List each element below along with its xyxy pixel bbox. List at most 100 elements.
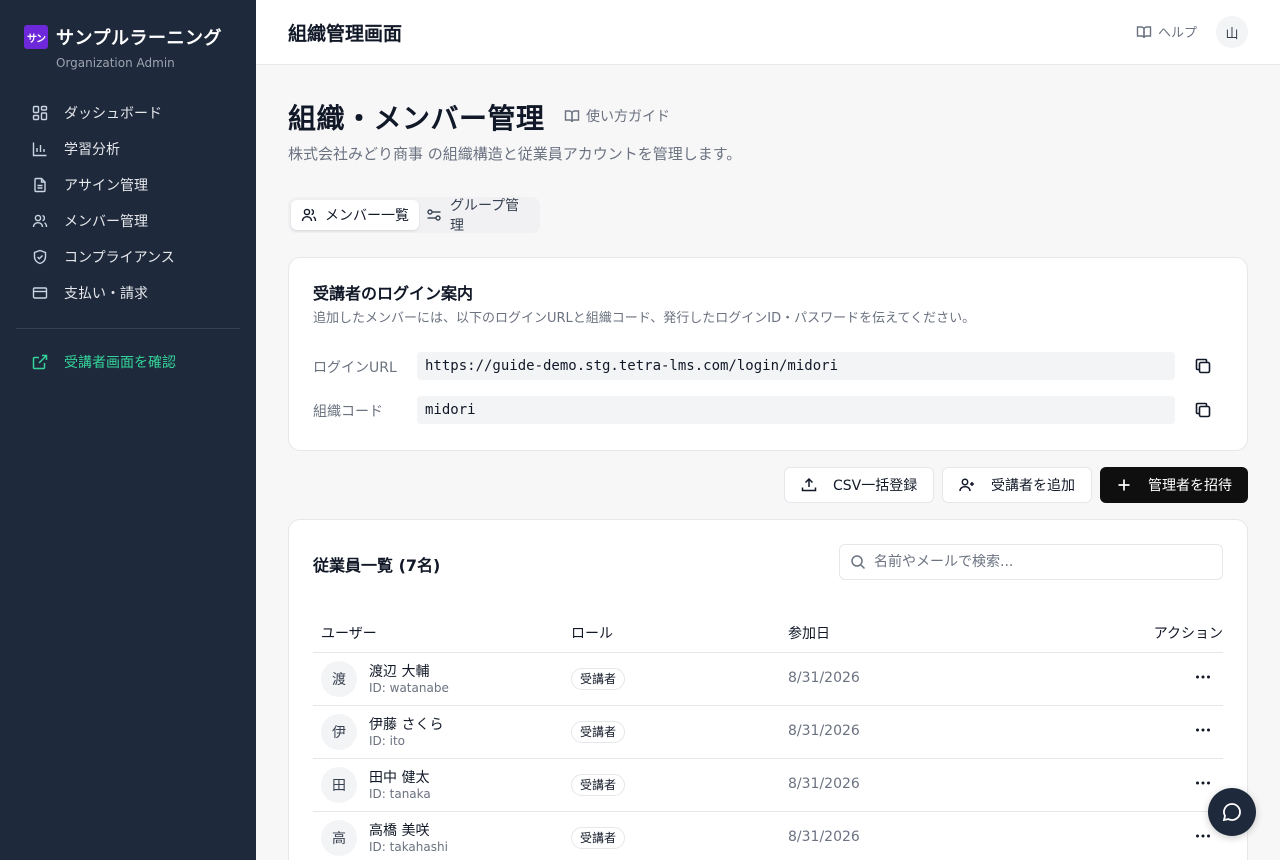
joined-date: 8/31/2026	[788, 723, 860, 739]
users-icon	[301, 207, 317, 223]
sidebar-item-label: 支払い・請求	[64, 286, 148, 302]
sidebar-item-assignments[interactable]: アサイン管理	[16, 167, 240, 203]
employee-list-title: 従業員一覧 (7名)	[313, 556, 441, 575]
tab-label: メンバー一覧	[325, 208, 409, 224]
add-learner-button[interactable]: 受講者を追加	[942, 467, 1092, 503]
sidebar-item-compliance[interactable]: コンプライアンス	[16, 239, 240, 275]
credit-card-icon	[32, 285, 48, 301]
user-avatar: 高	[321, 820, 357, 856]
user-avatar: 渡	[321, 661, 357, 697]
user-id: ID: ito	[369, 734, 406, 748]
more-horizontal-icon	[1193, 826, 1213, 846]
sidebar-item-members[interactable]: メンバー管理	[16, 203, 240, 239]
row-actions-button[interactable]	[1193, 667, 1213, 687]
row-actions-button[interactable]	[1193, 720, 1213, 740]
copy-url-button[interactable]	[1193, 356, 1213, 376]
sidebar-item-billing[interactable]: 支払い・請求	[16, 275, 240, 311]
org-code-value[interactable]: midori	[417, 396, 1175, 424]
brand-subtitle: Organization Admin	[56, 56, 175, 70]
user-name: 伊藤 さくら	[369, 717, 444, 733]
sliders-icon	[426, 207, 442, 223]
sidebar-item-dashboard[interactable]: ダッシュボード	[16, 95, 240, 131]
add-learner-label: 受講者を追加	[991, 478, 1075, 494]
login-card-title: 受講者のログイン案内	[313, 284, 474, 303]
joined-date: 8/31/2026	[788, 776, 860, 792]
csv-import-label: CSV一括登録	[833, 478, 918, 494]
table-row[interactable]: 伊 伊藤 さくら ID: ito 受講者 8/31/2026	[313, 706, 1223, 759]
copy-icon	[1193, 400, 1213, 420]
employee-search[interactable]	[839, 544, 1223, 580]
chat-bubble-icon	[1221, 801, 1243, 823]
joined-date: 8/31/2026	[788, 670, 860, 686]
copy-code-button[interactable]	[1193, 400, 1213, 420]
user-avatar: 田	[321, 767, 357, 803]
tab-group-management[interactable]: グループ管理	[416, 198, 540, 234]
role-badge: 受講者	[571, 668, 626, 690]
search-icon	[850, 554, 866, 570]
help-button[interactable]: ヘルプ	[1136, 22, 1197, 41]
dashboard-icon	[32, 105, 48, 121]
book-icon	[1136, 24, 1152, 40]
brand-name: サンプルラーニング	[56, 28, 222, 49]
user-name: 高橋 美咲	[369, 823, 430, 839]
user-id: ID: takahashi	[369, 840, 448, 854]
column-header-user: ユーザー	[321, 626, 377, 642]
more-horizontal-icon	[1193, 720, 1213, 740]
more-horizontal-icon	[1193, 667, 1213, 687]
brand-logo: サン	[24, 25, 48, 49]
book-icon	[564, 108, 580, 124]
sidebar-item-analytics[interactable]: 学習分析	[16, 131, 240, 167]
usage-guide-label: 使い方ガイド	[586, 109, 670, 125]
sidebar-item-label: アサイン管理	[64, 178, 148, 194]
more-horizontal-icon	[1193, 773, 1213, 793]
user-avatar[interactable]: 山	[1216, 16, 1248, 48]
tab-list: メンバー一覧 グループ管理	[288, 197, 540, 234]
plus-icon	[1116, 477, 1132, 493]
document-icon	[32, 177, 48, 193]
joined-date: 8/31/2026	[788, 829, 860, 845]
sidebar-nav: ダッシュボード 学習分析 アサイン管理 メンバー管理 コンプライアンス 支払い・…	[16, 95, 240, 311]
csv-import-button[interactable]: CSV一括登録	[784, 467, 934, 503]
sidebar-item-label: 学習分析	[64, 142, 120, 158]
copy-icon	[1193, 356, 1213, 376]
top-bar: 組織管理画面 ヘルプ 山	[256, 0, 1280, 65]
user-plus-icon	[959, 477, 975, 493]
sidebar-divider	[16, 328, 240, 329]
learner-view-link[interactable]: 受講者画面を確認	[16, 344, 240, 380]
login-url-value[interactable]: https://guide-demo.stg.tetra-lms.com/log…	[417, 352, 1175, 380]
user-id: ID: watanabe	[369, 681, 449, 695]
brand[interactable]: サン サンプルラーニング	[24, 24, 222, 50]
row-actions-button[interactable]	[1193, 826, 1213, 846]
invite-admin-label: 管理者を招待	[1148, 478, 1232, 494]
page-title: 組織・メンバー管理	[288, 102, 545, 135]
upload-icon	[801, 477, 817, 493]
page-description: 株式会社みどり商事 の組織構造と従業員アカウントを管理します。	[288, 145, 742, 163]
login-info-card: 受講者のログイン案内 追加したメンバーには、以下のログインURLと組織コード、発…	[288, 257, 1248, 451]
learner-view-label: 受講者画面を確認	[64, 355, 176, 371]
search-input[interactable]	[874, 554, 1204, 570]
table-row[interactable]: 渡 渡辺 大輔 ID: watanabe 受講者 8/31/2026	[313, 653, 1223, 706]
column-header-joined: 参加日	[788, 626, 830, 642]
shield-check-icon	[32, 249, 48, 265]
column-header-actions: アクション	[1153, 626, 1223, 642]
external-link-icon	[32, 354, 48, 370]
users-icon	[32, 213, 48, 229]
sidebar-item-label: コンプライアンス	[64, 250, 175, 266]
login-url-label: ログインURL	[313, 360, 397, 376]
sidebar-item-label: メンバー管理	[64, 214, 148, 230]
sidebar: サン サンプルラーニング Organization Admin ダッシュボード …	[0, 0, 256, 860]
user-name: 田中 健太	[369, 770, 430, 786]
bar-chart-icon	[32, 141, 48, 157]
table-row[interactable]: 田 田中 健太 ID: tanaka 受講者 8/31/2026	[313, 759, 1223, 812]
usage-guide-link[interactable]: 使い方ガイド	[564, 106, 670, 126]
table-row[interactable]: 高 高橋 美咲 ID: takahashi 受講者 8/31/2026	[313, 812, 1223, 860]
chat-button[interactable]	[1208, 788, 1256, 836]
login-card-description: 追加したメンバーには、以下のログインURLと組織コード、発行したログインID・パ…	[313, 311, 976, 326]
invite-admin-button[interactable]: 管理者を招待	[1100, 467, 1248, 503]
row-actions-button[interactable]	[1193, 773, 1213, 793]
user-avatar: 伊	[321, 714, 357, 750]
employee-list-card: 従業員一覧 (7名) ユーザー ロール 参加日 アクション 渡 渡辺 大輔 ID…	[288, 519, 1248, 860]
sidebar-item-label: ダッシュボード	[64, 106, 162, 122]
user-name: 渡辺 大輔	[369, 664, 430, 680]
tab-member-list[interactable]: メンバー一覧	[291, 200, 419, 230]
